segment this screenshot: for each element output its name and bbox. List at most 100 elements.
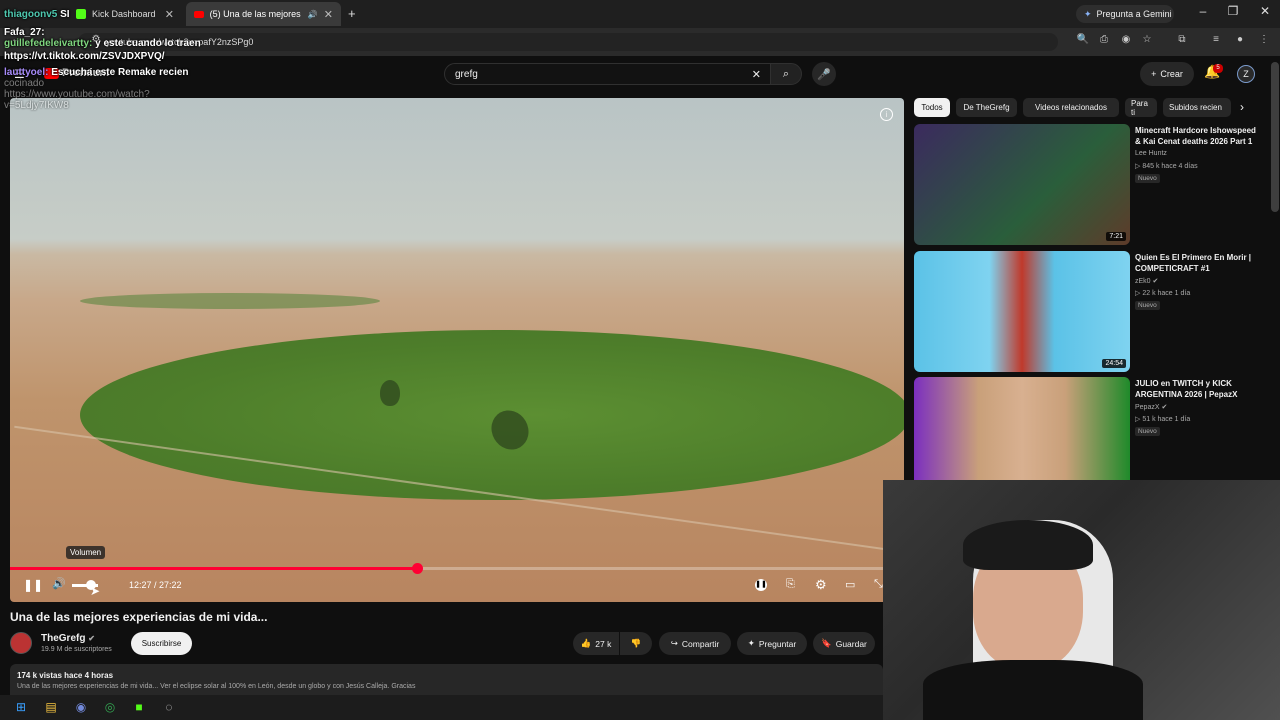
related-meta-text: 51 k hace 1 día	[1142, 416, 1191, 423]
plus-icon: +	[1151, 69, 1157, 79]
chat-message: https://vt.tiktok.com/ZSVJDXPVQ/	[4, 51, 264, 62]
profile-icon[interactable]: ●	[1232, 34, 1248, 45]
circular-crop-field	[80, 330, 904, 500]
channel-avatar[interactable]	[10, 632, 32, 654]
chat-message: Fafa_27:	[4, 27, 264, 38]
related-thumbnail[interactable]: 7:21	[914, 124, 1130, 245]
ask-label: Preguntar	[758, 638, 797, 649]
share-button[interactable]: ↪ Compartir	[659, 632, 731, 655]
search-input[interactable]: grefg ✕	[444, 63, 774, 85]
voice-search-button[interactable]: 🎤	[812, 62, 836, 86]
pause-icon[interactable]: ❚❚	[23, 578, 43, 592]
chip-de-thegrefg[interactable]: De TheGrefg	[956, 98, 1017, 117]
new-badge: Nuevo	[1135, 301, 1160, 310]
chip-videos-relacionados[interactable]: Videos relacionados	[1023, 98, 1119, 117]
verified-icon: ✔	[88, 634, 95, 643]
chip-todos[interactable]: Todos	[914, 98, 950, 117]
speaker-icon[interactable]: 🔊	[308, 10, 318, 19]
thumbs-up-icon: 👍	[580, 638, 592, 648]
progress-played	[10, 567, 417, 570]
chat-message: guillefedeleivartty: y este cuando lo tr…	[4, 38, 264, 49]
create-button[interactable]: + Crear	[1140, 62, 1194, 86]
gemini-icon: ✦	[1084, 8, 1092, 19]
clear-search-icon[interactable]: ✕	[752, 68, 761, 81]
chrome-icon[interactable]: ◎	[101, 698, 119, 716]
description-preview: Una de las mejores experiencias de mi vi…	[17, 683, 416, 690]
chat-user: Fafa_27:	[4, 27, 45, 38]
maximize-icon[interactable]: ❐	[1218, 4, 1248, 18]
window-close-icon[interactable]: ✕	[1250, 4, 1280, 18]
gemini-button[interactable]: ✦ Pregunta a Gemini	[1076, 5, 1174, 23]
chat-message: lauttyoel: Escucha este Remake recien	[4, 67, 264, 78]
dislike-button[interactable]: 👎	[620, 632, 652, 655]
settings-gear-icon[interactable]: ⚙	[815, 577, 827, 593]
related-title[interactable]: JULIO en TWITCH y KICK ARGENTINA 2026 | …	[1135, 378, 1261, 400]
streamer-shirt	[923, 660, 1143, 720]
mouse-cursor-icon: ➤	[90, 584, 101, 598]
thumbs-down-icon: 👎	[630, 638, 642, 648]
webcam-overlay	[883, 480, 1280, 720]
kick-app-icon[interactable]: ■	[130, 698, 148, 716]
verified-icon: ✔	[1161, 404, 1168, 411]
file-explorer-icon[interactable]: ▤	[42, 698, 60, 716]
related-channel[interactable]: Lee Huntz	[1135, 150, 1167, 157]
share-label: Compartir	[681, 638, 720, 649]
volume-icon[interactable]: 🔊	[52, 577, 66, 590]
search-button[interactable]: ⌕	[770, 63, 802, 85]
fullscreen-icon[interactable]: ⤡	[874, 578, 883, 591]
save-label: Guardar	[835, 638, 867, 649]
subtitles-icon[interactable]: ⎘	[786, 578, 795, 591]
ask-button[interactable]: ✦ Preguntar	[737, 632, 807, 655]
channel-name[interactable]: TheGrefg ✔	[41, 633, 95, 644]
video-duration: 24:54	[1102, 359, 1126, 368]
create-label: Crear	[1160, 69, 1183, 79]
like-count: 27 k	[595, 638, 612, 649]
video-player[interactable]	[10, 98, 904, 602]
install-icon[interactable]: ⎙	[1096, 34, 1112, 45]
extensions-icon[interactable]: ⧉	[1174, 34, 1190, 45]
like-button[interactable]: 👍 27 k	[573, 632, 619, 655]
verified-icon: ✔	[1152, 278, 1159, 285]
progress-scrubber[interactable]	[412, 563, 423, 574]
minimize-icon[interactable]: –	[1188, 4, 1218, 18]
video-title: Una de las mejores experiencias de mi vi…	[10, 610, 268, 624]
theater-mode-icon[interactable]: ▭	[845, 578, 855, 591]
menu-dots-icon[interactable]: ⋮	[1256, 34, 1272, 45]
subscriber-count: 19.9 M de suscriptores	[41, 646, 112, 653]
info-icon[interactable]: i	[880, 108, 893, 121]
chat-text: https://www.youtube.com/watch?	[4, 89, 150, 100]
discord-icon[interactable]: ◉	[72, 698, 90, 716]
chips-next-icon[interactable]: ›	[1240, 100, 1244, 114]
account-avatar[interactable]: Z	[1237, 65, 1255, 83]
bookmark-star-icon[interactable]: ☆	[1139, 34, 1155, 45]
media-icon[interactable]: ≡	[1208, 34, 1224, 45]
distant-field	[80, 293, 380, 309]
new-tab-icon[interactable]: +	[348, 6, 356, 21]
obs-icon[interactable]: ◌	[160, 698, 178, 716]
bookmark-icon: 🔖	[821, 638, 832, 648]
chip-para-ti[interactable]: Para ti	[1125, 98, 1157, 117]
subscribe-button[interactable]: Suscribirse	[131, 632, 192, 655]
related-thumbnail[interactable]: 24:54	[914, 251, 1130, 372]
chip-subidos-recien[interactable]: Subidos recien	[1163, 98, 1231, 117]
gemini-label: Pregunta a Gemini	[1096, 9, 1172, 19]
related-channel[interactable]: zEk0 ✔	[1135, 277, 1158, 285]
windows-start-icon[interactable]: ⊞	[12, 698, 30, 716]
related-thumbnail[interactable]	[914, 377, 1130, 480]
new-badge: Nuevo	[1135, 427, 1160, 436]
view-count: 174 k vistas hace 4 horas	[17, 671, 114, 680]
related-channel[interactable]: PepazX ✔	[1135, 403, 1167, 411]
page-scrollbar[interactable]	[1271, 62, 1279, 212]
close-tab-icon[interactable]: ✕	[324, 8, 333, 21]
autoplay-toggle-icon[interactable]: ❚❚	[755, 579, 767, 591]
chat-user: guillefedeleivartty:	[4, 38, 93, 49]
zoom-icon[interactable]: 🔍	[1075, 34, 1091, 45]
eye-off-icon[interactable]: ◉	[1118, 34, 1134, 45]
related-title[interactable]: Quien Es El Primero En Morir | COMPETICR…	[1135, 252, 1261, 274]
related-title[interactable]: Minecraft Hardcore Ishowspeed & Kai Cena…	[1135, 125, 1261, 147]
chat-text: SI	[60, 9, 70, 20]
search-value: grefg	[455, 68, 478, 80]
save-button[interactable]: 🔖 Guardar	[813, 632, 875, 655]
sparkle-icon: ✦	[747, 638, 755, 648]
volume-tooltip: Volumen	[66, 546, 106, 559]
